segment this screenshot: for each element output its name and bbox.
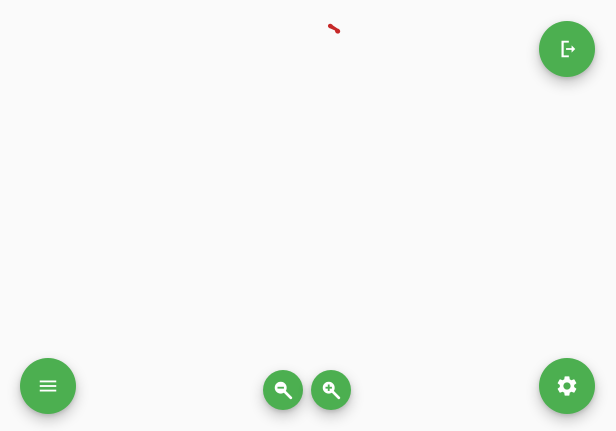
settings-button[interactable]: [539, 358, 595, 414]
menu-icon: [39, 380, 57, 392]
drawing-canvas[interactable]: [0, 0, 616, 431]
zoom-in-button[interactable]: [311, 370, 351, 410]
red-marker-icon: [327, 23, 341, 34]
gear-icon: [557, 376, 577, 396]
zoom-out-button[interactable]: [263, 370, 303, 410]
zoom-out-icon: [274, 381, 293, 400]
exit-to-app-icon: [561, 40, 576, 58]
menu-button[interactable]: [20, 358, 76, 414]
exit-button[interactable]: [539, 21, 595, 77]
zoom-in-icon: [322, 381, 341, 400]
